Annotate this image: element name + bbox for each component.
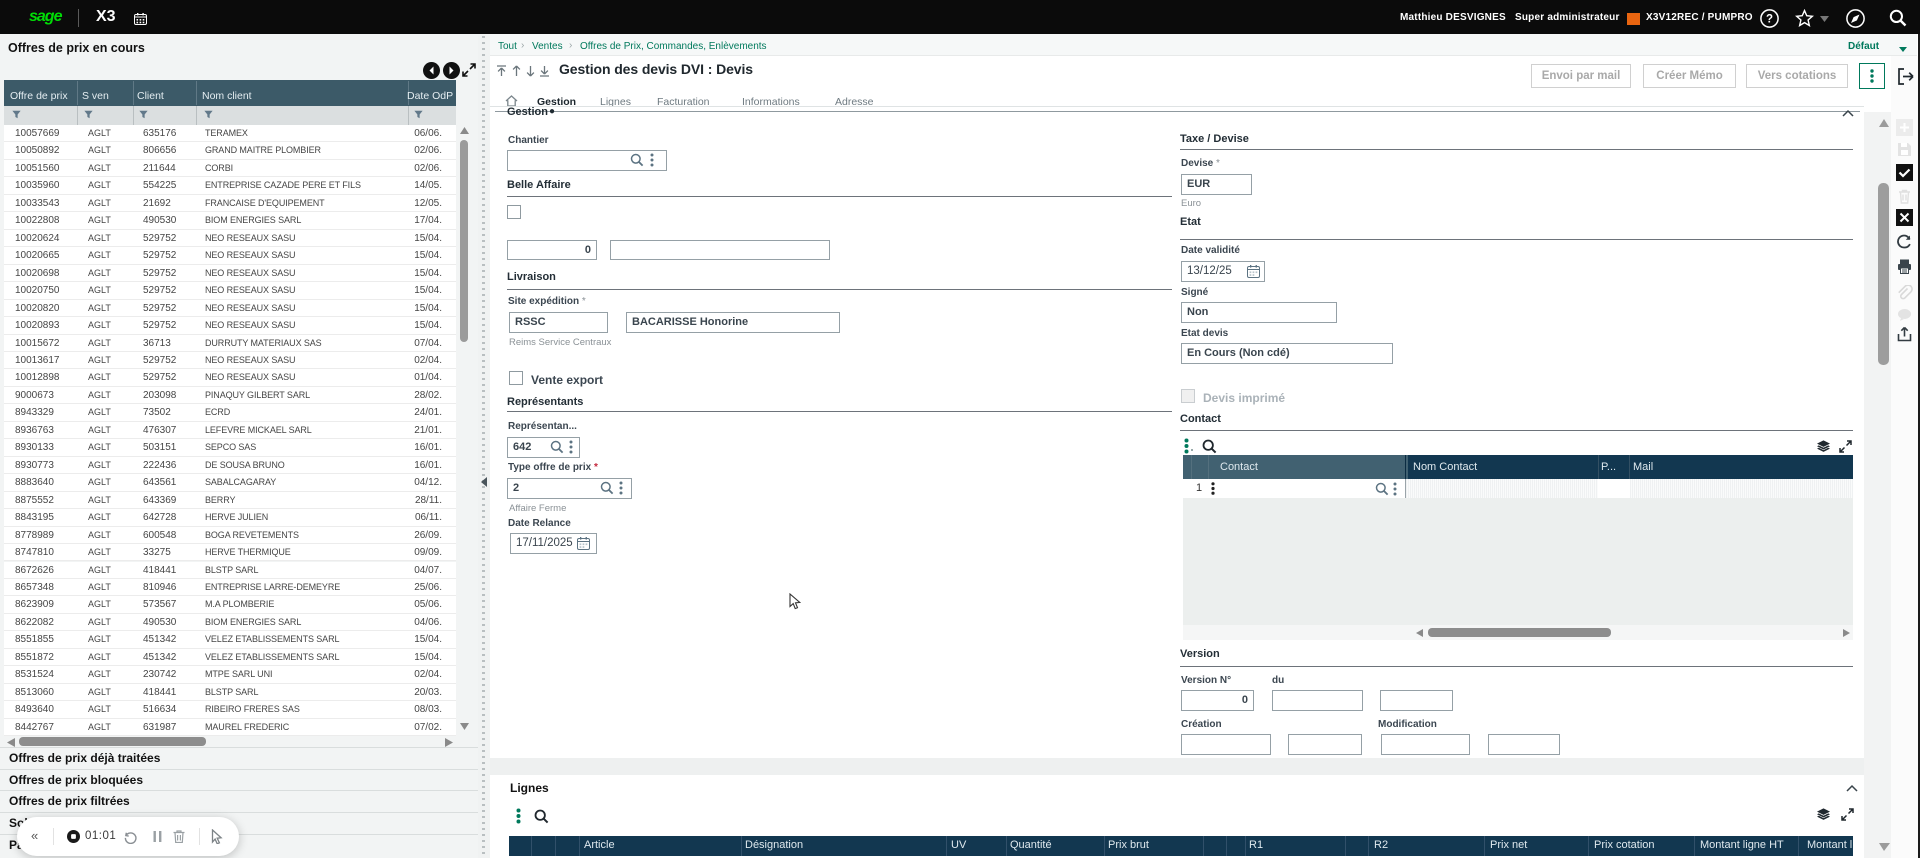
svg-text:?: ? [1766, 14, 1773, 26]
